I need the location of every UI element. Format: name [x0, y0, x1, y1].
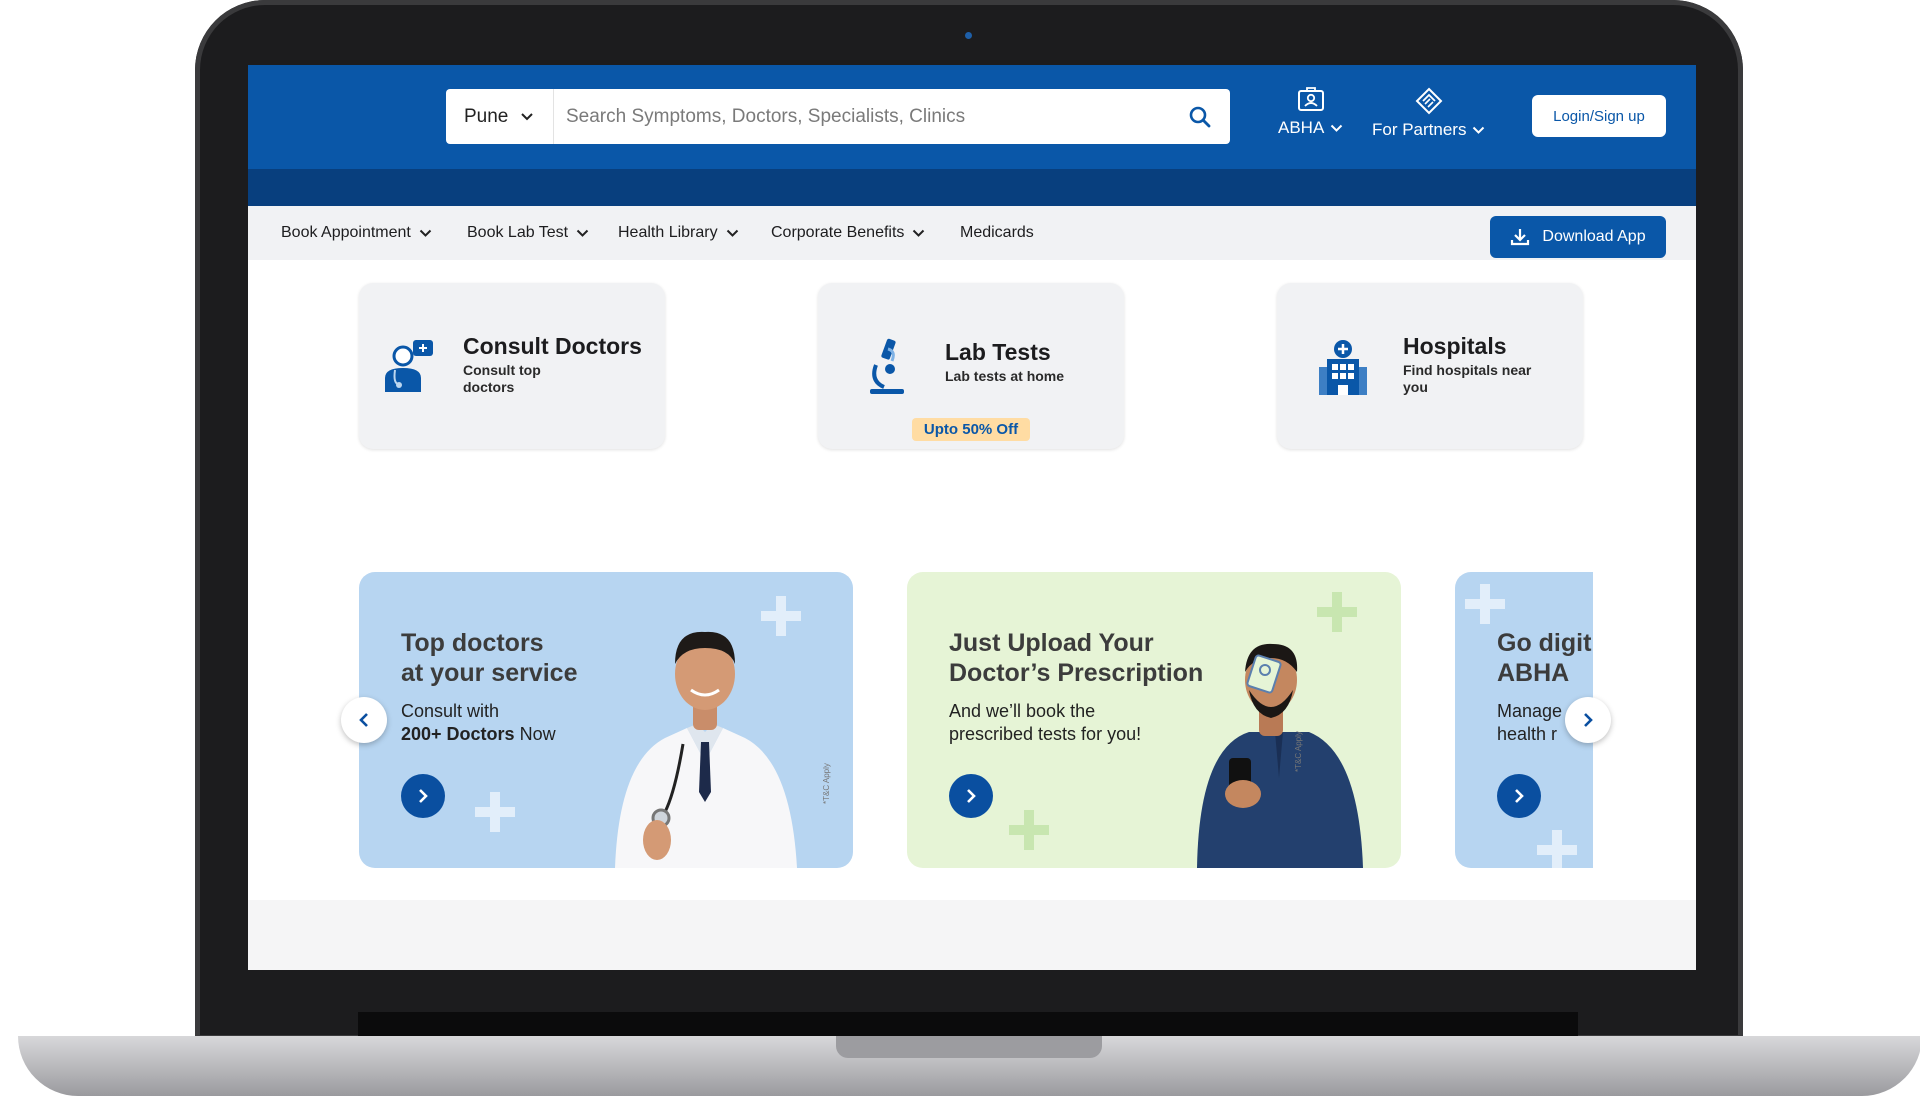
plus-decoration-icon [475, 792, 515, 832]
laptop-notch [836, 1036, 1102, 1058]
download-label: Download App [1542, 228, 1646, 245]
tc-note: *T&C Apply [822, 763, 831, 804]
banner-title: Go digit ABHA [1497, 628, 1593, 688]
hospital-icon [1319, 340, 1367, 395]
service-subtitle-line: Find hospitals near [1403, 362, 1532, 378]
service-subtitle-line: you [1403, 379, 1428, 395]
partners-label: For Partners [1372, 120, 1467, 139]
laptop-bezel [358, 1012, 1578, 1036]
banner-cta-button[interactable] [401, 774, 445, 818]
plus-decoration-icon [1009, 810, 1049, 850]
search-button[interactable] [1170, 89, 1230, 144]
offer-badge: Upto 50% Off [912, 418, 1030, 441]
chevron-right-icon [419, 789, 428, 803]
service-subtitle: Find hospitals near you [1403, 362, 1531, 396]
city-selector[interactable]: Pune [446, 89, 554, 144]
plus-decoration-icon [1465, 584, 1505, 624]
search-input[interactable] [554, 104, 1170, 129]
service-card-lab-tests[interactable]: Lab Tests Lab tests at home Upto 50% Off [818, 283, 1124, 449]
menu-health-library[interactable]: Health Library [618, 206, 739, 260]
menu-label: Book Appointment [281, 224, 411, 241]
city-label: Pune [464, 105, 509, 127]
main-menu: Book Appointment Book Lab Test Health Li… [248, 206, 1696, 260]
search-bar: Pune [446, 89, 1230, 144]
service-title: Lab Tests [945, 339, 1051, 365]
search-icon [1189, 106, 1211, 127]
chevron-down-icon [913, 229, 925, 237]
service-subtitle-line: doctors [463, 379, 515, 395]
microscope-icon [870, 338, 904, 394]
footer-strip [248, 900, 1696, 970]
banner-title-line: ABHA [1497, 659, 1570, 687]
abha-menu[interactable]: ABHA [1278, 87, 1343, 138]
carousel-next-button[interactable] [1565, 697, 1611, 743]
menu-label: Medicards [960, 224, 1034, 241]
banner-text-rest: Now [514, 724, 556, 744]
tc-note: *T&C Apply [1294, 731, 1303, 772]
chevron-down-icon [726, 229, 738, 237]
screen: Pune ABHA For Partners Login/Sign up [248, 65, 1696, 970]
chevron-down-icon [419, 229, 432, 237]
service-subtitle: Lab tests at home [945, 368, 1065, 384]
service-title: Hospitals [1403, 333, 1507, 359]
menu-book-lab-test[interactable]: Book Lab Test [467, 206, 589, 260]
service-card-hospitals[interactable]: Hospitals Find hospitals near you [1277, 283, 1583, 449]
prescription-icon [1246, 654, 1282, 694]
download-icon [1511, 229, 1530, 246]
menu-label: Corporate Benefits [771, 224, 905, 241]
partners-menu[interactable]: For Partners [1372, 87, 1485, 140]
menu-book-appointment[interactable]: Book Appointment [281, 206, 432, 260]
handshake-icon [1415, 87, 1443, 115]
menu-corporate-benefits[interactable]: Corporate Benefits [771, 206, 925, 260]
service-title: Consult Doctors [463, 333, 642, 359]
banner-title-line: Go digit [1497, 629, 1592, 657]
service-subtitle: Consult top doctors [463, 362, 541, 396]
download-app-button[interactable]: Download App [1490, 216, 1666, 258]
doctor-photo [615, 631, 797, 868]
banner-cta-button[interactable] [1497, 774, 1541, 818]
header-bar: Pune ABHA For Partners Login/Sign up [248, 65, 1696, 169]
service-card-consult-doctors[interactable]: Consult Doctors Consult top doctors [359, 283, 665, 449]
plus-decoration-icon [1537, 830, 1577, 868]
menu-label: Health Library [618, 224, 718, 241]
banner-cta-button[interactable] [949, 774, 993, 818]
header-subbar [248, 169, 1696, 206]
banner-upload-prescription[interactable]: Just Upload Your Doctor’s Prescription A… [907, 572, 1401, 868]
menu-medicards[interactable]: Medicards [960, 206, 1034, 260]
camera-dot [965, 32, 972, 39]
chevron-down-icon [1473, 126, 1485, 134]
chevron-right-icon [1584, 713, 1593, 727]
menu-label: Book Lab Test [467, 224, 569, 241]
carousel-prev-button[interactable] [341, 697, 387, 743]
doctor-icon [385, 340, 433, 392]
login-button[interactable]: Login/Sign up [1532, 95, 1666, 137]
service-subtitle-line: Consult top [463, 362, 541, 378]
chevron-right-icon [1515, 789, 1524, 803]
chevron-right-icon [967, 789, 976, 803]
chevron-down-icon [521, 112, 534, 120]
id-card-icon [1297, 87, 1324, 111]
chevron-down-icon [576, 229, 589, 237]
abha-label: ABHA [1278, 118, 1325, 137]
chevron-left-icon [359, 713, 368, 727]
chevron-down-icon [1331, 124, 1343, 132]
banner-top-doctors[interactable]: Top doctors at your service Consult with… [359, 572, 853, 868]
banner-text-bold: 200+ Doctors [401, 724, 515, 744]
